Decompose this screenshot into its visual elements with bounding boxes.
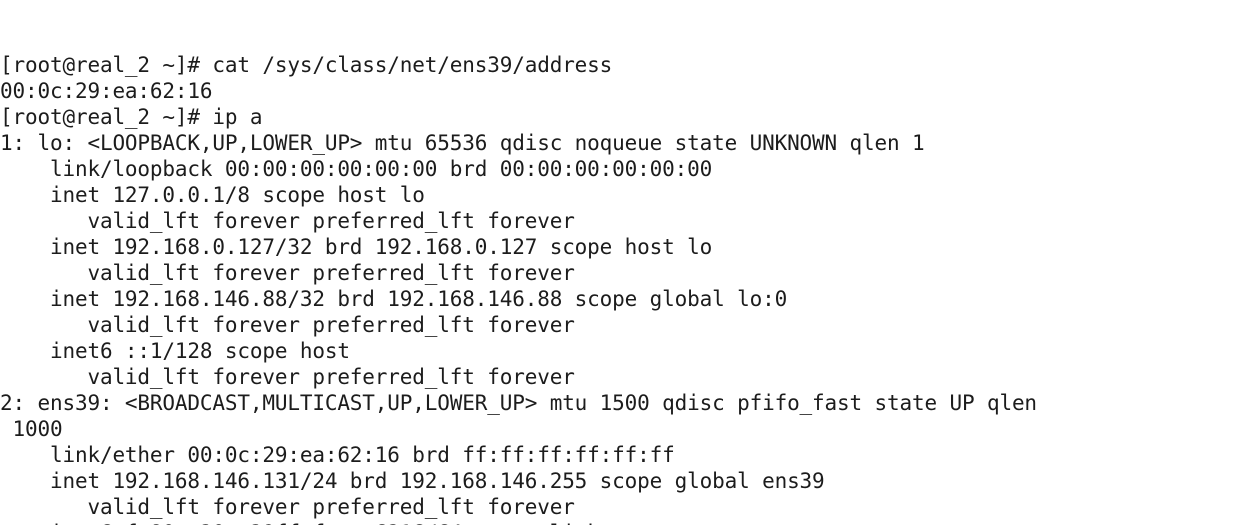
terminal-line: inet 192.168.0.127/32 brd 192.168.0.127 … [0,235,713,259]
terminal-line: 1000 [0,417,63,441]
terminal-line: valid_lft forever preferred_lft forever [0,495,575,519]
terminal-line: link/loopback 00:00:00:00:00:00 brd 00:0… [0,157,713,181]
terminal-line: inet6 ::1/128 scope host [0,339,350,363]
terminal-line: inet 192.168.146.88/32 brd 192.168.146.8… [0,287,788,311]
terminal-line: 00:0c:29:ea:62:16 [0,79,213,103]
terminal-line: inet 192.168.146.131/24 brd 192.168.146.… [0,469,825,493]
terminal-screen[interactable]: [root@real_2 ~]# cat /sys/class/net/ens3… [0,0,1255,525]
terminal-line: valid_lft forever preferred_lft forever [0,365,575,389]
terminal-line: [root@real_2 ~]# ip a [0,105,263,129]
terminal-line: valid_lft forever preferred_lft forever [0,261,575,285]
terminal-line: 1: lo: <LOOPBACK,UP,LOWER_UP> mtu 65536 … [0,131,925,155]
terminal-line: link/ether 00:0c:29:ea:62:16 brd ff:ff:f… [0,443,675,467]
terminal-scrollback: [root@real_2 ~]# cat /sys/class/net/ens3… [0,52,1255,525]
terminal-line: 2: ens39: <BROADCAST,MULTICAST,UP,LOWER_… [0,391,1037,415]
terminal-line: valid_lft forever preferred_lft forever [0,209,575,233]
terminal-prompt-line-partial [0,520,152,525]
terminal-line: [root@real_2 ~]# cat /sys/class/net/ens3… [0,53,613,77]
terminal-line: valid_lft forever preferred_lft forever [0,313,575,337]
terminal-line: inet 127.0.0.1/8 scope host lo [0,183,425,207]
terminal-line: inet6 fe80::20c:29ff:feea:6216/64 scope … [0,520,1255,525]
